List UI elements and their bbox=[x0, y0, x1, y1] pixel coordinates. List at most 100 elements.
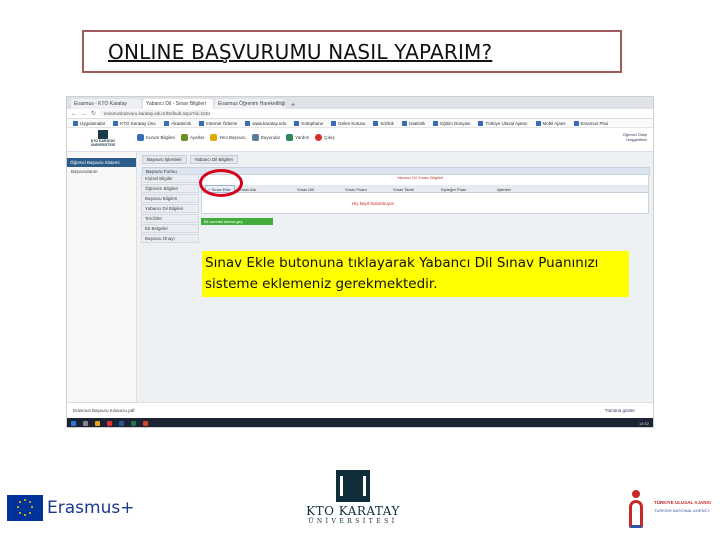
user-info: Öğrenci Girişi Hoşgeldiniz bbox=[622, 132, 647, 142]
no-data-message: Hiç kayıt bulunmuyor. bbox=[352, 201, 396, 206]
word-icon[interactable] bbox=[119, 421, 124, 426]
forward-icon[interactable]: → bbox=[81, 111, 87, 117]
bookmark-icon bbox=[331, 120, 337, 126]
new-icon bbox=[210, 134, 218, 141]
address-bar: ← → ↻ erasmusbasvuru.karatay.edu.tr/Defa… bbox=[67, 109, 653, 119]
bookmark-icon bbox=[433, 120, 439, 126]
show-all-button[interactable]: Tümünü göster bbox=[605, 408, 635, 413]
bookmark-item[interactable]: İstatistik bbox=[401, 120, 425, 126]
bookmark-icon bbox=[245, 120, 251, 126]
next-step-button[interactable]: Bir sonraki adıma geç bbox=[201, 218, 273, 225]
bookmark-icon bbox=[401, 120, 407, 126]
building-icon bbox=[336, 470, 370, 502]
sidebar-item[interactable]: Başvurularım bbox=[67, 167, 136, 176]
menu-item[interactable]: Başvuru Bilgileri bbox=[141, 194, 199, 203]
building-icon bbox=[98, 130, 108, 139]
bookmark-item[interactable]: Türkiye Ulusal Ajansı bbox=[478, 120, 528, 126]
toolbar-item[interactable]: Kurum Bilgileri bbox=[137, 134, 175, 141]
menu-item[interactable]: Kişisel Bilgiler bbox=[141, 174, 199, 183]
bookmark-item[interactable]: www.karatay.edu bbox=[245, 120, 286, 126]
start-icon[interactable] bbox=[71, 421, 76, 426]
home-icon bbox=[137, 134, 144, 141]
url-field[interactable]: erasmusbasvuru.karatay.edu.tr/Default.as… bbox=[100, 110, 211, 117]
bookmark-item[interactable]: Internet Ödeme bbox=[199, 120, 237, 126]
folder-icon[interactable] bbox=[95, 421, 100, 426]
grid-caption: Yabancı Dil Sınavı Bilgileri bbox=[396, 175, 444, 180]
menu-item[interactable]: Yabancı Dil Bilgileri bbox=[141, 204, 199, 213]
bookmark-item[interactable]: Gelen Kutusu bbox=[331, 120, 365, 126]
reload-icon[interactable]: ↻ bbox=[91, 110, 96, 117]
app-toolbar: Kurum Bilgileri Ayarlar Yeni Başvuru Duy… bbox=[137, 134, 335, 141]
bookmark-icon bbox=[294, 120, 300, 126]
highlight-circle bbox=[199, 169, 243, 197]
erasmus-logo: Erasmus+ bbox=[7, 495, 134, 521]
bookmark-icon bbox=[199, 120, 205, 126]
menu-item[interactable]: Tercihler bbox=[141, 214, 199, 223]
bookmark-item[interactable]: Akademik bbox=[164, 120, 191, 126]
grid-col-header: Sınav Dili bbox=[297, 187, 314, 192]
announcement-icon bbox=[251, 134, 259, 141]
bookmark-item[interactable]: KTO Karatay Ünv. bbox=[113, 120, 156, 126]
browser-tab[interactable]: Erasmus - KTO Karatay bbox=[71, 99, 141, 109]
excel-icon[interactable] bbox=[131, 421, 136, 426]
bookmark-item[interactable]: Uygulamalar bbox=[73, 120, 105, 126]
toolbar-item[interactable]: Yardım bbox=[286, 134, 309, 141]
bookmark-item[interactable]: Sözlük bbox=[373, 120, 394, 126]
slide-title-box: ONLINE BAŞVURUMU NASIL YAPARIM? bbox=[82, 30, 622, 73]
toolbar-item[interactable]: Ayarlar bbox=[181, 134, 204, 141]
bookmark-icon bbox=[535, 120, 541, 126]
instruction-callout: Sınav Ekle butonuna tıklayarak Yabancı D… bbox=[202, 251, 629, 297]
app-header: KTO KARATAY ÜNİVERSİTESİ Kurum Bilgileri… bbox=[67, 128, 653, 152]
menu-item[interactable]: Başvuru Onayı bbox=[141, 234, 199, 243]
content-tab[interactable]: Yabancı Dil Bilgileri bbox=[189, 155, 238, 164]
grid-col-header: Sınav Puanı bbox=[345, 187, 367, 192]
karatay-name: KTO KARATAY bbox=[306, 504, 400, 518]
powerpoint-icon[interactable] bbox=[143, 421, 148, 426]
form-menu: Kişisel Bilgiler Öğrenim Bilgileri Başvu… bbox=[141, 174, 199, 244]
menu-item[interactable]: Öğrenim Bilgileri bbox=[141, 184, 199, 193]
bookmark-icon bbox=[113, 120, 119, 126]
person-icon bbox=[626, 490, 646, 530]
menu-item[interactable]: Ek Belgeler bbox=[141, 224, 199, 233]
chrome-icon[interactable] bbox=[107, 421, 112, 426]
bookmark-item[interactable]: Mobil Ajans bbox=[535, 120, 566, 126]
browser-tabbar: Erasmus - KTO Karatay Yabancı Dil - Sına… bbox=[67, 97, 653, 109]
exit-icon bbox=[315, 134, 323, 141]
bookmark-icon bbox=[478, 120, 484, 126]
grid-header: Sınav Adı Sınav Dili Sınav Puanı Sınav T… bbox=[202, 185, 648, 193]
university-logo: KTO KARATAY ÜNİVERSİTESİ bbox=[89, 130, 117, 150]
download-item[interactable]: Erasmus Başvuru Kılavuzu.pdf bbox=[73, 408, 135, 413]
browser-tab[interactable]: Erasmus Öğrenim Hareketliliği bbox=[215, 99, 285, 109]
grid-col-header: Sınav Adı bbox=[239, 187, 257, 192]
windows-taskbar: 14:52 bbox=[67, 418, 653, 427]
karatay-subtitle: ÜNİVERSİTESİ bbox=[308, 518, 398, 525]
toolbar-item[interactable]: Çıkış bbox=[315, 134, 335, 141]
bookmark-item[interactable]: Kütüphane bbox=[294, 120, 323, 126]
toolbar-item[interactable]: Duyurular bbox=[251, 134, 280, 141]
help-icon bbox=[286, 134, 294, 141]
grid-col-header: İşlemler bbox=[497, 187, 512, 192]
bookmark-icon bbox=[373, 120, 379, 126]
bookmarks-bar: Uygulamalar KTO Karatay Ünv. Akademik In… bbox=[67, 119, 653, 128]
exam-grid: Yabancı Dil Sınavı Bilgileri Sınav Adı S… bbox=[201, 174, 649, 214]
search-icon[interactable] bbox=[83, 421, 88, 426]
content-tab[interactable]: Başvuru İşlemleri bbox=[142, 155, 187, 164]
karatay-logo: KTO KARATAY ÜNİVERSİTESİ bbox=[303, 470, 403, 532]
toolbar-item[interactable]: Yeni Başvuru bbox=[210, 134, 246, 141]
grid-col-header: Sınav Tarihi bbox=[393, 187, 414, 192]
sidebar: Öğrenci Başvuru Sistemi Başvurularım bbox=[67, 152, 137, 402]
back-icon[interactable]: ← bbox=[71, 111, 77, 117]
callout-text: Sınav Ekle butonuna tıklayarak Yabancı D… bbox=[205, 255, 599, 292]
content-tabs: Başvuru İşlemleri Yabancı Dil Bilgileri bbox=[139, 152, 653, 164]
browser-tab-active[interactable]: Yabancı Dil - Sınav Bilgileri bbox=[143, 99, 213, 109]
bookmark-icon bbox=[573, 120, 579, 126]
eu-flag-icon bbox=[7, 495, 43, 521]
new-tab-icon[interactable]: + bbox=[287, 102, 299, 109]
erasmus-text: Erasmus+ bbox=[47, 498, 135, 518]
taskbar-clock: 14:52 bbox=[638, 421, 649, 426]
settings-icon bbox=[181, 134, 189, 141]
bookmark-item[interactable]: Eğitim Dünyası bbox=[433, 120, 470, 126]
bookmark-item[interactable]: Erasmus Plus bbox=[573, 120, 608, 126]
bookmark-icon bbox=[73, 120, 78, 126]
bookmark-icon bbox=[164, 120, 170, 126]
